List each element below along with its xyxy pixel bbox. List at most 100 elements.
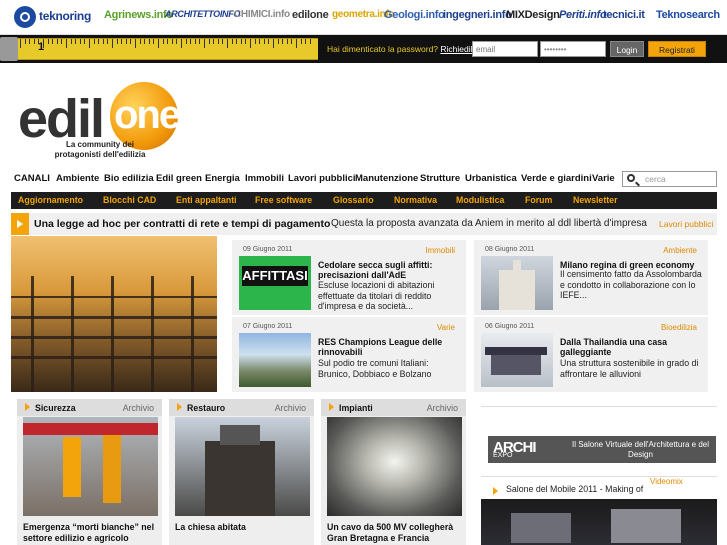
category-image[interactable] (327, 417, 462, 516)
divider (481, 406, 717, 407)
channel-energia[interactable]: Energia (205, 173, 240, 184)
network-site-ingegneri[interactable]: ingegneri.info (443, 9, 512, 21)
hero-image-construction[interactable] (11, 236, 217, 392)
service-normativa[interactable]: Normativa (394, 195, 437, 205)
news-category[interactable]: Immobili (425, 246, 455, 255)
news-thumbnail[interactable] (481, 333, 553, 387)
register-button[interactable]: Registrati (648, 41, 706, 57)
news-date: 08 Giugno 2011 (485, 246, 535, 253)
ruler-tick (222, 39, 224, 44)
password-input[interactable] (540, 41, 606, 57)
network-site-geologi[interactable]: Geologi.info (384, 9, 445, 21)
videomix-item[interactable]: Videomix Salone del Mobile 2011 - Making… (481, 476, 717, 498)
search-placeholder: cerca (645, 174, 666, 184)
ruler-tick (204, 39, 205, 48)
service-enti-appaltanti[interactable]: Enti appaltanti (176, 195, 237, 205)
category-box-restauro: Restauro Archivio La chiesa abitata (169, 399, 314, 545)
network-site-edilone[interactable]: edilone (292, 9, 329, 21)
ruler-tick (213, 39, 215, 44)
service-blocchi-cad[interactable]: Blocchi CAD (103, 195, 156, 205)
category-image[interactable] (175, 417, 310, 516)
channel-immobili[interactable]: Immobili (245, 173, 284, 184)
category-title[interactable]: Sicurezza (25, 403, 76, 413)
ruler-tick (263, 39, 265, 44)
service-forum[interactable]: Forum (525, 195, 552, 205)
news-card[interactable]: 08 Giugno 2011 Ambiente Milano regina di… (474, 240, 708, 315)
search-box[interactable]: cerca (622, 171, 717, 187)
email-input[interactable] (472, 41, 538, 57)
network-site-periti[interactable]: Periti.info (559, 9, 607, 21)
category-caption[interactable]: Emergenza “morti bianche” nel settore ed… (23, 522, 158, 544)
archiexpo-text: Il Salone Virtuale dell'Architettura e d… (571, 440, 709, 459)
ruler-tick (66, 39, 67, 48)
channel-ambiente[interactable]: Ambiente (56, 173, 99, 184)
headline-bar[interactable]: Una legge ad hoc per contratti di rete e… (11, 213, 717, 235)
category-caption[interactable]: Un cavo da 500 MV collegherà Gran Bretag… (327, 522, 462, 544)
channel-verde-e-giardini[interactable]: Verde e giardini (521, 173, 592, 184)
channel-bio-edilizia[interactable]: Bio edilizia (104, 173, 154, 184)
ruler-tick (98, 39, 100, 44)
archive-link[interactable]: Archivio (275, 403, 306, 413)
ruler-tick (305, 39, 307, 44)
headline-title[interactable]: Una legge ad hoc per contratti di rete e… (34, 218, 330, 230)
ruler-tick (208, 39, 210, 44)
network-site-teknoring[interactable]: teknoring (39, 9, 91, 23)
news-title[interactable]: Cedolare secca sugli affitti: precisazio… (318, 260, 460, 280)
ruler-tick (56, 39, 58, 44)
service-modulistica[interactable]: Modulistica (456, 195, 504, 205)
service-glossario[interactable]: Glossario (333, 195, 374, 205)
archive-link[interactable]: Archivio (123, 403, 154, 413)
ruler-tick (139, 39, 141, 44)
news-category[interactable]: Varie (437, 323, 455, 332)
video-player[interactable] (481, 499, 717, 545)
news-title[interactable]: RES Champions League delle rinnovabili (318, 337, 460, 357)
archive-link[interactable]: Archivio (427, 403, 458, 413)
logo-tagline: La community dei protagonisti dell'edili… (54, 140, 146, 159)
network-site-agrinews[interactable]: Agrinews.info (104, 9, 173, 21)
channel-urbanistica[interactable]: Urbanistica (465, 173, 517, 184)
ruler-tick (102, 39, 104, 44)
channel-lavori-pubblici[interactable]: Lavori pubblici (288, 173, 356, 184)
category-title[interactable]: Restauro (177, 403, 225, 413)
news-category[interactable]: Bioedilizia (661, 323, 697, 332)
service-newsletter[interactable]: Newsletter (573, 195, 618, 205)
news-thumbnail[interactable]: AFFITTASI (239, 256, 311, 310)
network-site-chimici[interactable]: CHIMICI.info (234, 9, 290, 20)
news-card[interactable]: 09 Giugno 2011 Immobili AFFITTASI Cedola… (232, 240, 466, 315)
category-title[interactable]: Impianti (329, 403, 373, 413)
network-site-tecnici[interactable]: tecnici.it (603, 9, 645, 21)
headline-category[interactable]: Lavori pubblici (659, 219, 713, 229)
videomix-title[interactable]: Salone del Mobile 2011 - Making of (506, 484, 643, 494)
videomix-label[interactable]: Videomix (650, 477, 683, 486)
ruler-tick (176, 39, 178, 44)
archiexpo-banner[interactable]: ARCHI EXPO Il Salone Virtuale dell'Archi… (488, 436, 716, 463)
service-free-software[interactable]: Free software (255, 195, 312, 205)
service-aggiornamento[interactable]: Aggiornamento (18, 195, 83, 205)
category-image[interactable] (23, 417, 158, 516)
search-icon[interactable] (627, 174, 635, 182)
news-card[interactable]: 06 Giugno 2011 Bioedilizia Dalla Thailan… (474, 317, 708, 392)
category-caption[interactable]: La chiesa abitata (175, 522, 310, 533)
ruler-tick (121, 39, 123, 44)
network-site-architettoinfo[interactable]: ARCHITETTOINFO (165, 9, 240, 19)
news-thumbnail[interactable] (239, 333, 311, 387)
channel-manutenzione[interactable]: Manutenzione (355, 173, 418, 184)
network-site-mixdesign[interactable]: MIXDesign (506, 9, 560, 21)
channel-strutture[interactable]: Strutture (420, 173, 460, 184)
ruler-hook (0, 37, 18, 61)
ruler-tick (33, 39, 35, 44)
login-button[interactable]: Login (610, 41, 644, 57)
news-category[interactable]: Ambiente (663, 246, 697, 255)
network-site-teknosearch[interactable]: Teknosearch (656, 9, 720, 21)
ruler-tick (148, 39, 150, 44)
channel-edil-green[interactable]: Edil green (156, 173, 202, 184)
news-thumbnail[interactable] (481, 256, 553, 310)
news-title[interactable]: Dalla Thailandia una casa galleggiante (560, 337, 702, 357)
channel-varie[interactable]: Varie (592, 173, 615, 184)
ruler-tick (144, 39, 146, 44)
ruler-tick (300, 39, 302, 44)
category-header: Sicurezza Archivio (17, 399, 162, 416)
ruler-tick (250, 39, 251, 48)
arrow-right-icon (493, 487, 498, 495)
news-card[interactable]: 07 Giugno 2011 Varie RES Champions Leagu… (232, 317, 466, 392)
